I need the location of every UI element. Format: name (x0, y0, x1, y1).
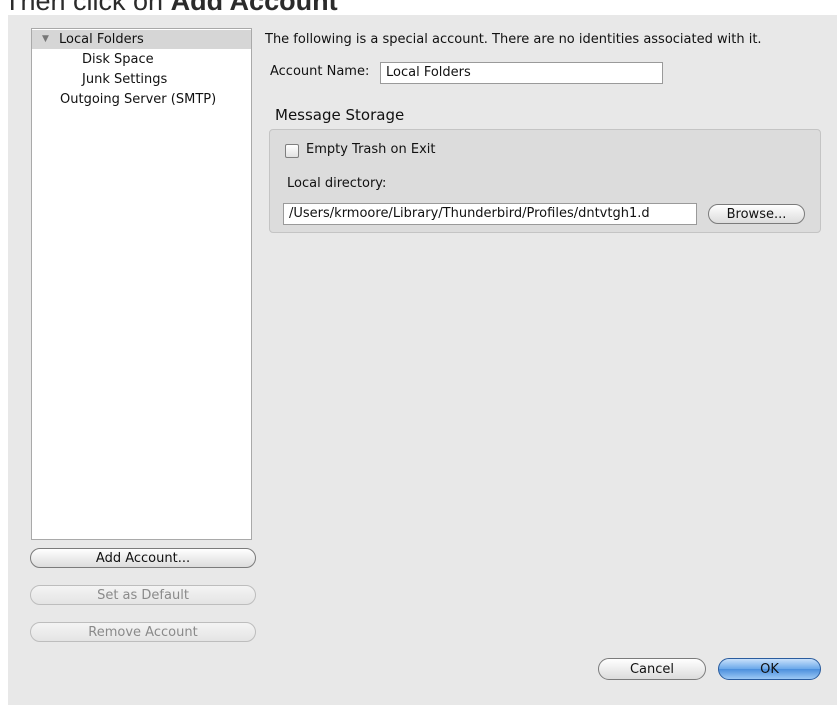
account-name-field[interactable]: Local Folders (380, 62, 663, 84)
local-directory-field[interactable]: /Users/krmoore/Library/Thunderbird/Profi… (283, 203, 697, 225)
tree-item-outgoing-server[interactable]: Outgoing Server (SMTP) (32, 90, 251, 109)
tree-item-label: Local Folders (59, 32, 144, 47)
disclosure-triangle-icon[interactable]: ▼ (42, 30, 49, 49)
tree-item-local-folders[interactable]: ▼ Local Folders (32, 30, 251, 49)
empty-trash-checkbox[interactable] (285, 144, 299, 158)
tree-item-disk-space[interactable]: Disk Space (32, 50, 251, 69)
account-tree[interactable]: ▼ Local Folders Disk Space Junk Settings… (31, 28, 252, 540)
cancel-button[interactable]: Cancel (598, 658, 706, 680)
caption-prefix: Then click on (4, 0, 171, 16)
account-name-label: Account Name: (270, 64, 370, 79)
account-description: The following is a special account. Ther… (265, 32, 762, 47)
caption-emphasis: Add Account (170, 0, 338, 16)
tree-item-junk-settings[interactable]: Junk Settings (32, 70, 251, 89)
tree-item-label: Junk Settings (82, 72, 168, 87)
set-as-default-button[interactable]: Set as Default (30, 585, 256, 605)
add-account-button[interactable]: Add Account... (30, 548, 256, 568)
remove-account-button[interactable]: Remove Account (30, 622, 256, 642)
empty-trash-label: Empty Trash on Exit (306, 142, 436, 157)
local-directory-label: Local directory: (287, 176, 387, 191)
browse-button[interactable]: Browse... (708, 204, 805, 224)
message-storage-heading: Message Storage (275, 106, 405, 124)
tree-item-label: Outgoing Server (SMTP) (60, 92, 217, 107)
ok-button[interactable]: OK (718, 658, 821, 680)
tree-item-label: Disk Space (82, 52, 154, 67)
